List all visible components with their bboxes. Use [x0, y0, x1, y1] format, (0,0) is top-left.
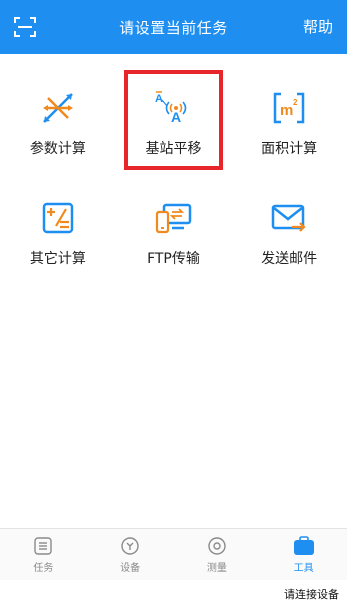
top-bar: 请设置当前任务 帮助	[0, 0, 347, 54]
tool-base-station-shift[interactable]: A A 基站平移	[116, 70, 232, 170]
nav-tab-task[interactable]: 任务	[0, 529, 87, 580]
tool-label: 其它计算	[29, 251, 86, 267]
connection-status: 请连接设备	[284, 588, 339, 601]
nav-label: 任务	[33, 563, 54, 574]
tool-grid: 参数计算 A A 基站平移 m 2 面积计算 其它计算 FTP传输 发送邮件	[0, 70, 347, 280]
tool-label: FTP传输	[147, 251, 200, 267]
tool-other-calc[interactable]: 其它计算	[0, 180, 116, 280]
bottom-nav: 任务 设备 测量 工具	[0, 528, 347, 580]
svg-text:2: 2	[293, 98, 298, 107]
svg-text:m: m	[280, 102, 293, 119]
svg-text:A: A	[155, 93, 163, 105]
other-calc-icon	[42, 202, 74, 234]
task-list-icon	[34, 537, 53, 555]
tool-ftp-transfer[interactable]: FTP传输	[116, 180, 232, 280]
page-title: 请设置当前任务	[119, 18, 228, 37]
svg-text:A: A	[171, 109, 181, 125]
parameter-calc-icon	[42, 93, 73, 123]
tool-area-calc[interactable]: m 2 面积计算	[231, 70, 347, 170]
tool-label: 基站平移	[145, 141, 202, 157]
tool-label: 发送邮件	[261, 251, 318, 267]
device-icon	[121, 537, 139, 555]
measure-icon	[208, 537, 226, 555]
tool-label: 面积计算	[261, 141, 318, 157]
ftp-transfer-icon	[156, 203, 192, 234]
nav-tab-measure[interactable]: 测量	[174, 529, 261, 580]
app-screen: 请设置当前任务 帮助 参数计算 A A 基站平移 m 2 面积计算 其它计算 F…	[0, 0, 347, 614]
nav-label: 设备	[120, 563, 141, 574]
nav-label: 工具	[293, 563, 314, 574]
scan-button[interactable]	[11, 13, 39, 41]
nav-label: 测量	[206, 563, 227, 574]
help-button[interactable]: 帮助	[303, 16, 333, 37]
nav-tab-tools[interactable]: 工具	[260, 529, 347, 580]
tool-parameter-calc[interactable]: 参数计算	[0, 70, 116, 170]
toolbox-icon	[293, 536, 314, 555]
mail-icon	[271, 204, 306, 232]
tool-label: 参数计算	[29, 141, 86, 157]
area-calc-icon: m 2	[273, 92, 305, 124]
tool-send-mail[interactable]: 发送邮件	[231, 180, 347, 280]
scan-icon	[14, 17, 36, 37]
base-station-shift-icon: A A	[155, 91, 187, 125]
nav-tab-device[interactable]: 设备	[87, 529, 174, 580]
